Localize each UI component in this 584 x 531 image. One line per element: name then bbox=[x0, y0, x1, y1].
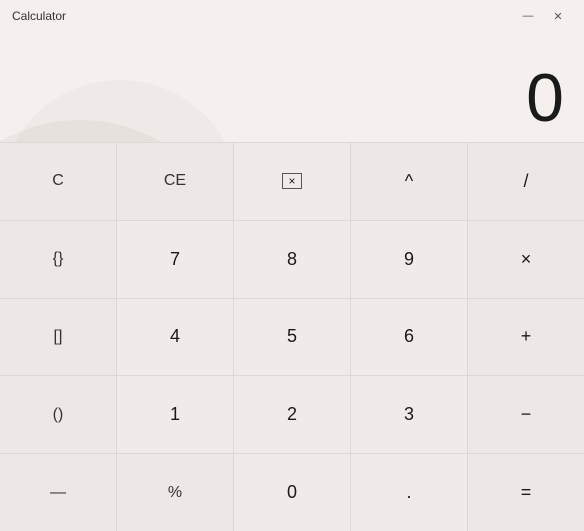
button-negate[interactable]: — bbox=[0, 454, 116, 531]
button-ce[interactable]: CE bbox=[117, 143, 233, 220]
display-value: 0 bbox=[526, 64, 564, 132]
button-backspace[interactable] bbox=[234, 143, 350, 220]
button-paren[interactable]: () bbox=[0, 376, 116, 453]
button-equals[interactable]: = bbox=[468, 454, 584, 531]
button-power[interactable]: ^ bbox=[351, 143, 467, 220]
button-5[interactable]: 5 bbox=[234, 299, 350, 376]
button-add[interactable]: + bbox=[468, 299, 584, 376]
button-3[interactable]: 3 bbox=[351, 376, 467, 453]
button-7[interactable]: 7 bbox=[117, 221, 233, 298]
button-c[interactable]: C bbox=[0, 143, 116, 220]
button-square[interactable]: [] bbox=[0, 299, 116, 376]
close-button[interactable]: ✕ bbox=[544, 6, 572, 26]
button-1[interactable]: 1 bbox=[117, 376, 233, 453]
button-8[interactable]: 8 bbox=[234, 221, 350, 298]
title-controls: — ✕ bbox=[514, 6, 572, 26]
button-multiply[interactable]: × bbox=[468, 221, 584, 298]
button-0[interactable]: 0 bbox=[234, 454, 350, 531]
title-bar: Calculator — ✕ bbox=[0, 0, 584, 32]
button-4[interactable]: 4 bbox=[117, 299, 233, 376]
button-9[interactable]: 9 bbox=[351, 221, 467, 298]
buttons-grid: CCE ^/ {}789× []456+ ()123− —%0.= bbox=[0, 142, 584, 531]
window-title: Calculator bbox=[12, 9, 66, 23]
button-2[interactable]: 2 bbox=[234, 376, 350, 453]
button-curly[interactable]: {} bbox=[0, 221, 116, 298]
button-divide[interactable]: / bbox=[468, 143, 584, 220]
display-area: 0 bbox=[0, 32, 584, 142]
calculator-window: Calculator — ✕ 0 CCE ^/ {}789× []456+ ()123−… bbox=[0, 0, 584, 531]
button-subtract[interactable]: − bbox=[468, 376, 584, 453]
button-percent[interactable]: % bbox=[117, 454, 233, 531]
minimize-button[interactable]: — bbox=[514, 6, 542, 26]
button-6[interactable]: 6 bbox=[351, 299, 467, 376]
button-decimal[interactable]: . bbox=[351, 454, 467, 531]
